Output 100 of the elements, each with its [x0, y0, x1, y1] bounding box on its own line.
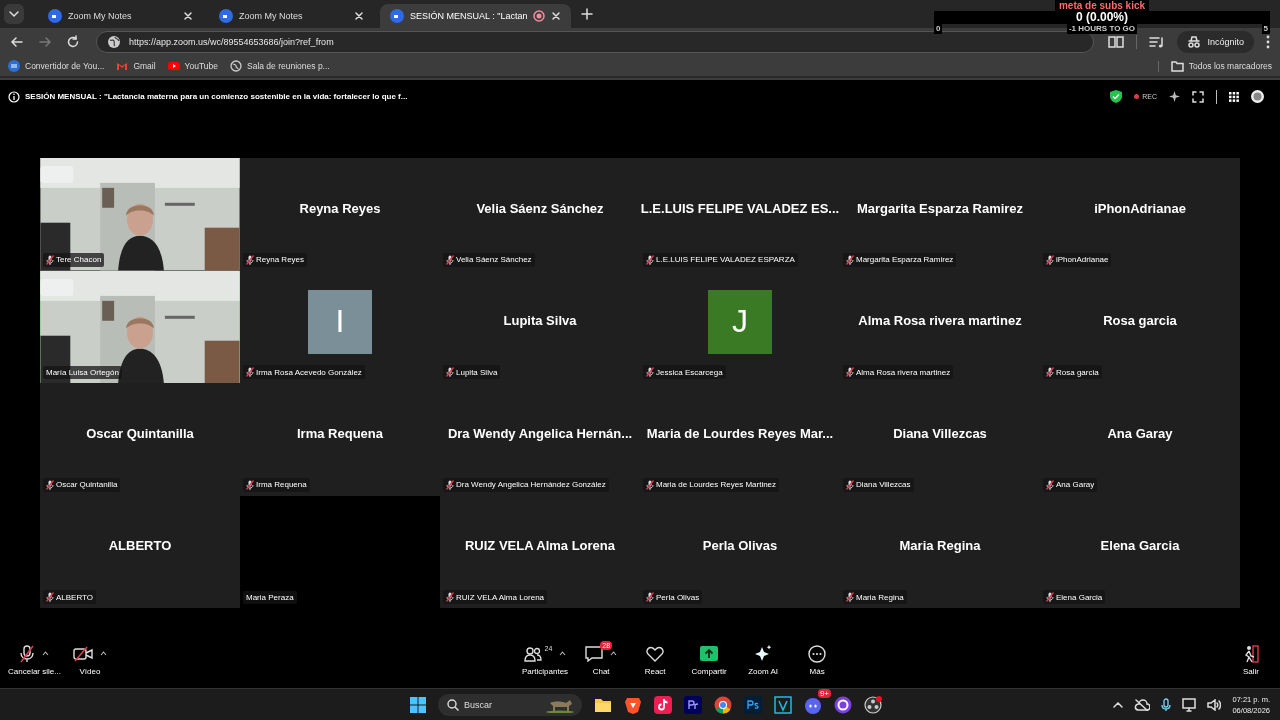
close-icon[interactable]	[354, 11, 364, 21]
muted-mic-icon	[46, 592, 54, 602]
caret-icon[interactable]	[42, 651, 50, 656]
toolbar-button[interactable]: Vídeo	[64, 642, 115, 678]
toolbar-button[interactable]: Salir	[1226, 642, 1276, 678]
toolbar-button[interactable]: React	[630, 642, 681, 678]
more-icon	[808, 644, 827, 663]
muted-mic-icon	[1046, 254, 1054, 265]
browser-tab[interactable]: Zoom My Notes	[38, 4, 203, 28]
participant-label: Irma Rosa Acevedo González	[256, 367, 362, 377]
tiktok-icon[interactable]	[654, 695, 672, 714]
muted-mic-icon	[446, 479, 454, 490]
muted-mic-icon	[846, 254, 854, 265]
participant-label: Dra Wendy Angelica Hernández González	[456, 480, 606, 489]
avatar-icon[interactable]	[1251, 90, 1264, 103]
muted-mic-icon	[646, 592, 654, 602]
media-icon[interactable]	[1149, 35, 1166, 49]
muted-mic-icon	[646, 367, 654, 377]
apps-grid-icon[interactable]	[1229, 91, 1239, 102]
windows-icon[interactable]	[410, 696, 426, 713]
shield-icon[interactable]	[1110, 90, 1123, 103]
forward-icon[interactable]	[38, 35, 52, 49]
participant-name: Maria Regina	[899, 538, 981, 554]
goal-title: meta de subs kick	[1054, 0, 1150, 11]
obs-icon[interactable]	[864, 695, 882, 714]
menu-icon[interactable]	[1266, 35, 1270, 49]
toolbar-button[interactable]: Zoom AI	[738, 642, 789, 678]
muted-mic-icon	[1046, 479, 1054, 490]
circle-app-icon[interactable]	[834, 695, 852, 714]
converter-icon	[8, 60, 20, 72]
participant-label: iPhonAdrianae	[1056, 255, 1109, 264]
participant-name: ALBERTO	[108, 538, 172, 554]
discord-icon[interactable]	[804, 695, 822, 714]
participant-label: Perla Olivas	[656, 592, 700, 602]
reload-icon[interactable]	[66, 35, 80, 49]
participant-name: Perla Olivas	[702, 538, 778, 554]
bookmark[interactable]: Convertidor de You...	[8, 60, 105, 72]
browser-tab[interactable]: SESIÓN MENSUAL : "Lactan	[380, 4, 572, 28]
participant-name: Diana Villezcas	[893, 425, 987, 441]
participant-name: iPhonAdrianae	[1094, 200, 1186, 216]
avatar: I	[308, 289, 372, 354]
browser-tab[interactable]: Zoom My Notes	[209, 4, 374, 28]
photoshop-icon[interactable]	[744, 695, 762, 714]
participant-name: Maria de Lourdes Reyes Mar...	[646, 425, 834, 441]
site-info-icon[interactable]	[107, 35, 121, 49]
participant-name: Reyna Reyes	[299, 200, 381, 216]
v-editor-icon[interactable]	[774, 695, 792, 714]
goal-value: 0 (0.00%)	[934, 11, 1270, 24]
caret-icon[interactable]	[99, 651, 107, 656]
participant-label: Lupita Silva	[456, 367, 498, 377]
chevron-up-icon[interactable]	[1113, 701, 1124, 708]
network-icon[interactable]	[1182, 697, 1197, 712]
search-field[interactable]: Buscar	[438, 693, 582, 716]
participant-label: RUIZ VELA Alma Lorena	[456, 592, 545, 602]
back-icon[interactable]	[10, 35, 24, 49]
muted-mic-icon	[246, 367, 254, 377]
participant-name: Alma Rosa rivera martinez	[858, 313, 1022, 329]
chrome-icon[interactable]	[714, 695, 732, 714]
share-screen-icon	[700, 646, 719, 661]
participant-name: Rosa garcia	[1103, 313, 1177, 329]
tab-list-icon[interactable]	[4, 4, 24, 24]
info-icon[interactable]	[8, 90, 20, 103]
close-icon[interactable]	[551, 11, 562, 21]
youtube-icon	[167, 60, 180, 72]
muted-mic-icon	[646, 479, 654, 490]
notification-badge: 9+	[817, 688, 831, 698]
toolbar-button[interactable]: Compartir	[684, 642, 735, 678]
tab-title: SESIÓN MENSUAL : "Lactan	[410, 11, 528, 21]
participant-label: Oscar Quintanilla	[56, 480, 118, 489]
bookmark[interactable]: Gmail	[116, 60, 156, 72]
search-icon	[447, 698, 459, 711]
sparkle-icon[interactable]	[1169, 91, 1180, 102]
bookmarks-folder[interactable]: Todos los marcadores	[1157, 60, 1272, 72]
participant-label: María Luisa Ortegón	[46, 368, 119, 377]
toolbar-button[interactable]: Más	[792, 642, 843, 678]
reading-mode-icon[interactable]	[1108, 35, 1125, 49]
focus-icon[interactable]	[1192, 90, 1204, 103]
new-tab-icon[interactable]	[581, 8, 594, 20]
participant-label: Irma Requena	[256, 480, 307, 489]
brave-icon[interactable]	[624, 695, 642, 714]
close-icon[interactable]	[183, 11, 193, 21]
cloud-off-icon[interactable]	[1134, 698, 1151, 711]
bookmark[interactable]: YouTube	[167, 60, 218, 72]
volume-icon[interactable]	[1207, 698, 1222, 711]
muted-mic-icon	[46, 479, 54, 490]
caret-icon[interactable]	[559, 651, 567, 656]
participant-label: Maria de Lourdes Reyes Martinez	[656, 480, 777, 489]
muted-mic-icon	[446, 367, 454, 377]
goal-remaining: -1 HOURS TO GO	[1066, 24, 1138, 34]
muted-mic-icon	[846, 479, 854, 490]
incognito-button[interactable]: Incógnito	[1177, 31, 1254, 53]
bookmark[interactable]: Sala de reuniones p...	[230, 60, 330, 72]
microphone-icon[interactable]	[1161, 697, 1172, 712]
zoom-icon	[219, 9, 233, 23]
participant-label: Reyna Reyes	[256, 255, 305, 264]
toolbar-button[interactable]: Cancelar sile...	[4, 642, 65, 678]
caret-icon[interactable]	[610, 651, 618, 656]
participant-label: ALBERTO	[56, 592, 94, 602]
address-bar[interactable]: https://app.zoom.us/wc/89554653686/join?ref_from	[96, 31, 1095, 53]
premiere-icon[interactable]	[684, 695, 702, 714]
